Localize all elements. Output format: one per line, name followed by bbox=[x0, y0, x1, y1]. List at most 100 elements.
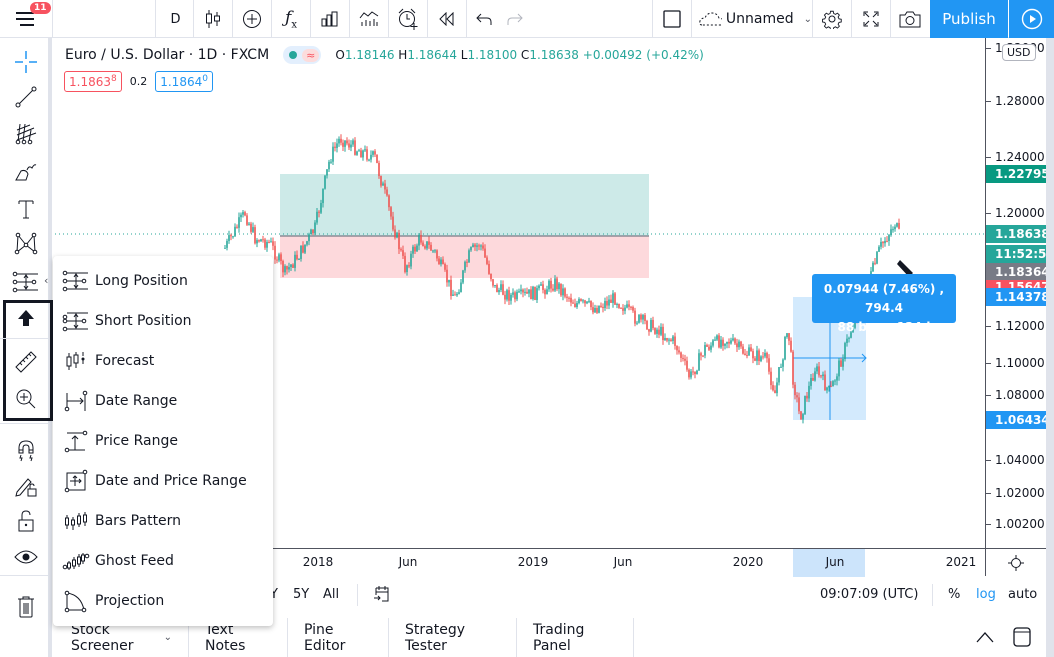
menu-item-projection[interactable]: Projection bbox=[53, 581, 273, 621]
menu-item-short-position[interactable]: Short Position bbox=[53, 301, 273, 341]
candle-body bbox=[696, 370, 698, 375]
fib-tool[interactable] bbox=[8, 118, 44, 150]
candle-body bbox=[350, 144, 352, 148]
crosshair-tool[interactable] bbox=[8, 46, 44, 78]
symbol-search-button[interactable] bbox=[60, 0, 150, 38]
short-position-icon bbox=[61, 307, 91, 335]
measure-high-label: 1.14378 bbox=[986, 288, 1050, 306]
alert-button[interactable] bbox=[389, 0, 427, 38]
candle-body bbox=[268, 241, 270, 243]
save-layout-button[interactable]: Unnamed ⌄ bbox=[692, 0, 812, 38]
brush-icon bbox=[15, 164, 37, 181]
patterns-tool[interactable] bbox=[8, 228, 44, 260]
range-5y-button[interactable]: 5Y bbox=[293, 587, 309, 602]
unlock-tool[interactable] bbox=[8, 505, 44, 537]
candle-body bbox=[514, 292, 516, 300]
candle-body bbox=[548, 280, 550, 290]
menu-item-forecast[interactable]: Forecast bbox=[53, 341, 273, 381]
main-menu-button[interactable]: 11 bbox=[0, 0, 52, 38]
goto-date-button[interactable] bbox=[373, 585, 391, 607]
candle-body bbox=[794, 384, 796, 396]
compare-button[interactable] bbox=[233, 0, 271, 38]
collapse-panel-button[interactable] bbox=[975, 629, 995, 648]
price-axis[interactable]: 1.32000 USD 1.28000 1.24000 1.20000 1.12… bbox=[985, 38, 1054, 548]
publish-button[interactable]: Publish bbox=[930, 0, 1008, 38]
candle-body bbox=[500, 284, 502, 290]
chart-type-button[interactable] bbox=[194, 0, 232, 38]
buy-button[interactable]: 1.18640 bbox=[155, 71, 213, 92]
expand-arrow-icon[interactable]: ‹ bbox=[44, 274, 48, 287]
symbol-title[interactable]: Euro / U.S. Dollar · 1D · FXCM bbox=[65, 47, 269, 63]
candle-body bbox=[426, 241, 428, 249]
play-button[interactable] bbox=[1009, 0, 1054, 38]
interval-button[interactable]: D bbox=[157, 0, 194, 38]
layout-select-button[interactable] bbox=[653, 0, 691, 38]
fullscreen-button[interactable] bbox=[852, 0, 890, 38]
redo-button[interactable] bbox=[500, 0, 530, 38]
candle-body bbox=[394, 229, 396, 238]
snapshot-button[interactable] bbox=[891, 0, 929, 38]
magnet-tool[interactable] bbox=[8, 435, 44, 467]
unlock-icon bbox=[18, 510, 34, 532]
zoom-in-tool[interactable] bbox=[8, 383, 44, 415]
menu-item-date-range[interactable]: Date Range bbox=[53, 381, 273, 421]
candle-body bbox=[714, 339, 716, 341]
text-tool[interactable] bbox=[8, 193, 44, 225]
menu-item-long-position[interactable]: Long Position bbox=[53, 261, 273, 301]
brush-tool[interactable] bbox=[8, 156, 44, 188]
indicators-button[interactable]: ƒx bbox=[272, 0, 310, 38]
undo-button[interactable] bbox=[467, 0, 501, 38]
candle-body bbox=[632, 307, 634, 311]
tab-trading-panel[interactable]: Trading Panel bbox=[517, 618, 634, 657]
ask-pip: 0 bbox=[202, 74, 208, 84]
measure-tool[interactable] bbox=[8, 346, 44, 378]
menu-item-ghost-feed[interactable]: Ghost Feed bbox=[53, 541, 273, 581]
financials-button[interactable] bbox=[311, 0, 349, 38]
candle-body bbox=[578, 299, 580, 304]
settings-button[interactable] bbox=[813, 0, 851, 38]
candle-body bbox=[754, 358, 756, 361]
candle-body bbox=[604, 300, 606, 309]
menu-item-price-range[interactable]: Price Range bbox=[53, 421, 273, 461]
remove-drawings-tool[interactable] bbox=[8, 591, 44, 623]
log-scale-toggle[interactable]: log bbox=[976, 587, 996, 602]
tab-pine-editor[interactable]: Pine Editor bbox=[288, 618, 389, 657]
sell-button[interactable]: 1.18638 bbox=[64, 71, 122, 92]
hide-drawings-tool[interactable] bbox=[8, 541, 44, 573]
menu-item-bars-pattern[interactable]: Bars Pattern bbox=[53, 501, 273, 541]
candle-body bbox=[828, 385, 830, 388]
clock-readout[interactable]: 09:07:09 (UTC) bbox=[820, 587, 918, 602]
candle-body bbox=[788, 333, 790, 341]
candle-body bbox=[254, 227, 256, 244]
candle-body bbox=[380, 176, 382, 186]
candle-body bbox=[230, 235, 232, 237]
candle-body bbox=[542, 284, 544, 290]
candle-body bbox=[262, 239, 264, 241]
forecasting-tools-menu: Long Position Short Position Forecast Da… bbox=[53, 256, 273, 626]
range-all-button[interactable]: All bbox=[323, 587, 339, 602]
auto-scale-toggle[interactable]: auto bbox=[1008, 587, 1037, 602]
market-status-pill[interactable]: ≈ bbox=[283, 46, 322, 64]
tab-strategy-tester[interactable]: Strategy Tester bbox=[389, 618, 517, 657]
long-position-tool[interactable] bbox=[8, 266, 44, 298]
long-position-profit-zone[interactable] bbox=[280, 174, 649, 236]
play-icon bbox=[1021, 8, 1042, 30]
candle-body bbox=[396, 232, 398, 238]
maximize-panel-button[interactable] bbox=[1013, 627, 1031, 651]
candle-body bbox=[574, 303, 576, 308]
trend-line-tool[interactable] bbox=[8, 81, 44, 113]
chart-settings-button[interactable] bbox=[985, 548, 1046, 576]
replay-button[interactable] bbox=[428, 0, 466, 38]
candle-body bbox=[812, 377, 814, 381]
candle-body bbox=[294, 254, 296, 268]
candle-body bbox=[744, 353, 746, 356]
percent-scale-toggle[interactable]: % bbox=[948, 587, 960, 602]
candle-body bbox=[288, 267, 290, 270]
candle-body bbox=[742, 346, 744, 354]
currency-button[interactable]: USD bbox=[1002, 44, 1036, 61]
arrow-up-tool[interactable] bbox=[8, 302, 44, 334]
templates-button[interactable] bbox=[350, 0, 388, 38]
lock-drawings-tool[interactable] bbox=[8, 470, 44, 502]
candle-body bbox=[358, 150, 360, 152]
menu-item-date-price-range[interactable]: Date and Price Range bbox=[53, 461, 273, 501]
